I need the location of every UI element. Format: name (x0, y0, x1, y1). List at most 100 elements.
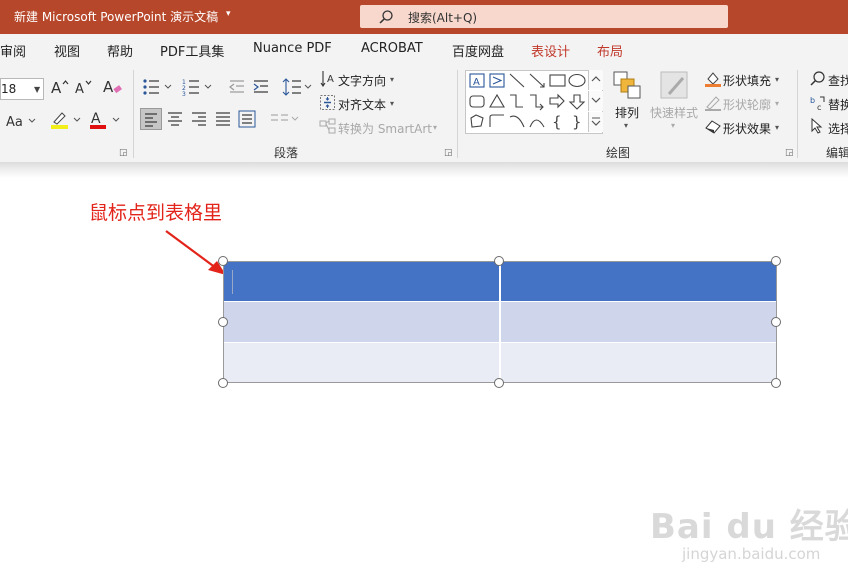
resize-handle-left[interactable] (218, 317, 228, 327)
shape-gallery[interactable]: A { } (465, 70, 603, 134)
shape-gallery-icons: A { } (469, 73, 586, 131)
align-right-icon[interactable] (190, 110, 208, 128)
svg-text:A: A (51, 79, 62, 96)
align-text-label[interactable]: 对齐文本 (338, 96, 386, 113)
tab-help[interactable]: 帮助 (107, 41, 133, 60)
search-box[interactable]: 搜索(Alt+Q) (360, 5, 728, 28)
shape-fill-label[interactable]: 形状填充 (723, 72, 771, 89)
shape-fill-caret: ▾ (775, 75, 780, 84)
table-cell[interactable] (223, 261, 499, 301)
ribbon-tabs: 审阅 视图 帮助 PDF工具集 Nuance PDF ACROBAT 百度网盘 … (0, 34, 848, 64)
shape-fill-icon (705, 72, 721, 87)
text-cursor (232, 270, 233, 294)
increase-font-size-icon[interactable]: A (51, 78, 69, 96)
tab-view[interactable]: 视图 (54, 41, 80, 60)
drawing-dialog-launcher-icon[interactable]: ◲ (785, 148, 794, 158)
bullets-icon[interactable] (142, 78, 176, 96)
quick-styles-icon (660, 71, 688, 99)
align-left-button[interactable] (140, 108, 162, 130)
tab-nuance-pdf[interactable]: Nuance PDF (253, 41, 332, 56)
quick-styles-label[interactable]: 快速样式 (650, 104, 698, 121)
resize-handle-bottom-left[interactable] (218, 378, 228, 388)
editing-group-label: 编辑 (826, 146, 848, 160)
document-title[interactable]: 新建 Microsoft PowerPoint 演示文稿 (14, 8, 218, 25)
replace-icon: b c (810, 96, 825, 112)
group-separator (457, 70, 458, 158)
arrange-icon (613, 71, 641, 99)
slide-table[interactable] (223, 261, 777, 383)
distributed-icon[interactable] (238, 110, 256, 128)
select-label[interactable]: 选择 (828, 120, 848, 137)
justify-icon[interactable] (214, 110, 232, 128)
shape-effects-label[interactable]: 形状效果 (723, 120, 771, 137)
table-row (223, 301, 777, 342)
change-case-icon[interactable]: Aa (6, 113, 36, 129)
chevron-up-icon (591, 76, 601, 82)
svg-text:{: { (552, 113, 562, 131)
shape-outline-icon (705, 96, 721, 111)
svg-text:}: } (572, 113, 582, 131)
gallery-scroll-up[interactable] (588, 70, 603, 90)
ribbon: 18 ▼ A A A Aa A ◲ 1 2 3 A 文字方向 ▾ 对齐文本 ▾ … (0, 64, 848, 162)
title-dropdown-caret[interactable]: ▾ (226, 9, 231, 19)
font-dialog-launcher-icon[interactable]: ◲ (119, 148, 128, 158)
numbering-icon[interactable]: 1 2 3 (182, 78, 216, 96)
tab-table-design[interactable]: 表设计 (531, 41, 570, 60)
svg-text:A: A (327, 74, 334, 85)
resize-handle-right[interactable] (771, 317, 781, 327)
table-cell[interactable] (499, 302, 777, 342)
decrease-indent-icon[interactable] (228, 79, 246, 95)
resize-handle-top[interactable] (494, 256, 504, 266)
line-spacing-icon[interactable] (282, 78, 314, 96)
smartart-icon (319, 118, 336, 134)
clear-formatting-icon[interactable]: A (103, 77, 123, 97)
table-cell[interactable] (499, 261, 777, 301)
expand-gallery-icon (591, 117, 601, 126)
paragraph-dialog-launcher-icon[interactable]: ◲ (444, 148, 453, 158)
table-row (223, 342, 777, 383)
tab-layout[interactable]: 布局 (597, 41, 623, 60)
highlight-color-icon[interactable] (50, 110, 84, 130)
watermark-url: jingyan.baidu.com (682, 545, 821, 563)
arrange-label[interactable]: 排列 (615, 104, 639, 121)
resize-handle-bottom[interactable] (494, 378, 504, 388)
shape-outline-caret: ▾ (775, 99, 780, 108)
increase-indent-icon[interactable] (252, 79, 270, 95)
resize-handle-bottom-right[interactable] (771, 378, 781, 388)
font-color-icon[interactable]: A (89, 110, 123, 130)
convert-smartart-label[interactable]: 转换为 SmartArt (338, 120, 432, 137)
chevron-down-icon (591, 97, 601, 103)
resize-handle-top-left[interactable] (218, 256, 228, 266)
tab-pdf-tools[interactable]: PDF工具集 (160, 41, 224, 60)
resize-handle-top-right[interactable] (771, 256, 781, 266)
decrease-font-size-icon[interactable]: A (75, 78, 93, 96)
table-cell[interactable] (223, 343, 499, 383)
text-direction-label[interactable]: 文字方向 (338, 72, 386, 89)
font-size-box[interactable]: 18 ▼ (0, 78, 44, 100)
columns-icon[interactable] (270, 112, 300, 126)
paragraph-group-label: 段落 (274, 146, 299, 160)
replace-label[interactable]: 替换 (828, 96, 848, 113)
align-center-icon[interactable] (166, 110, 184, 128)
align-left-icon (145, 113, 157, 127)
gallery-scroll-down[interactable] (588, 91, 603, 111)
svg-text:b: b (810, 96, 815, 105)
shape-outline-label[interactable]: 形状轮廓 (723, 96, 771, 113)
align-text-caret: ▾ (390, 99, 395, 108)
tab-baidu-netdisk[interactable]: 百度网盘 (452, 41, 504, 60)
tab-review[interactable]: 审阅 (0, 41, 26, 60)
annotation-arrow-icon (165, 230, 226, 275)
quick-styles-caret: ▾ (671, 121, 676, 130)
find-label[interactable]: 查找 (828, 72, 848, 89)
search-icon (379, 10, 393, 24)
tab-acrobat[interactable]: ACROBAT (361, 41, 423, 56)
svg-text:A: A (103, 78, 114, 96)
watermark: Bai du 经验 jingyan.baidu.com (646, 487, 848, 567)
text-direction-icon: A (320, 71, 334, 87)
ribbon-shadow (0, 162, 848, 178)
table-cell[interactable] (223, 302, 499, 342)
table-cell[interactable] (499, 343, 777, 383)
gallery-expand[interactable] (588, 112, 603, 132)
font-size-value: 18 (1, 82, 17, 96)
shape-effects-caret: ▾ (775, 123, 780, 132)
